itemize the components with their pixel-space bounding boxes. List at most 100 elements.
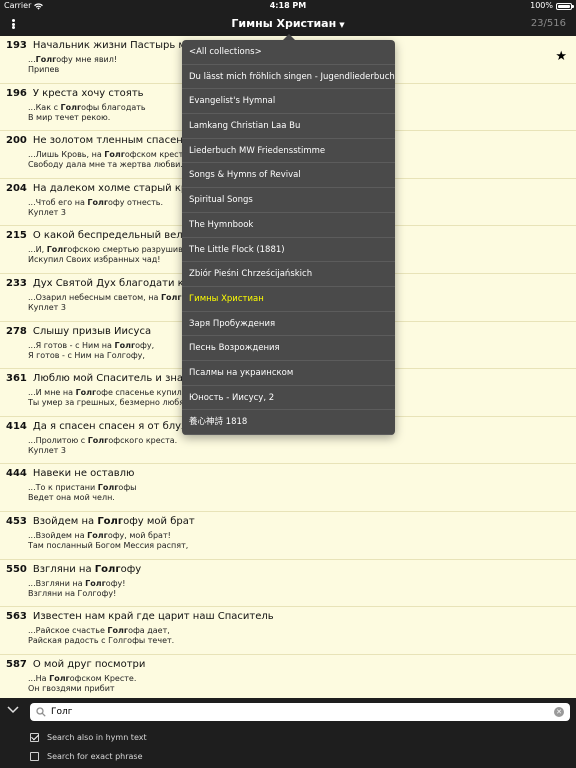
hymn-number: 233 bbox=[6, 277, 27, 289]
text-segment: ...Я готов - с Ним на bbox=[28, 340, 115, 350]
text-segment: офскою смертью разрушивш bbox=[67, 245, 191, 255]
collection-item[interactable]: Гимны Христиан bbox=[182, 287, 395, 312]
text-segment: Куплет 3 bbox=[28, 207, 66, 217]
text-segment: офу мой брат bbox=[123, 515, 195, 527]
collection-item[interactable]: Заря Пробуждения bbox=[182, 312, 395, 337]
exact-phrase-checkbox[interactable] bbox=[30, 752, 39, 761]
match-highlight: Голг bbox=[49, 673, 70, 683]
hymn-match-line: ...Взгляни на Голгофу! bbox=[28, 579, 570, 589]
hymn-title: Навеки не оставлю bbox=[33, 468, 135, 479]
text-segment: В мир течет рекою. bbox=[28, 112, 111, 122]
hymn-row[interactable]: 444 Навеки не оставлю ...То к пристани Гол… bbox=[0, 464, 576, 512]
hymn-match-line: ...Пролитою с Голгофского креста. bbox=[28, 436, 570, 446]
option-exact-phrase[interactable]: Search for exact phrase bbox=[30, 752, 143, 761]
match-highlight: Голг bbox=[87, 197, 109, 207]
text-segment: ...Райское счастье bbox=[28, 626, 108, 636]
text-segment: Навеки не оставлю bbox=[32, 468, 135, 480]
text-segment: Взгляни на Голгофу! bbox=[28, 588, 117, 598]
option-search-hymn-text[interactable]: Search also in hymn text bbox=[30, 733, 147, 742]
hymn-title: Начальник жизни Пастырь мой bbox=[33, 40, 199, 51]
text-segment: ...Взгляни на bbox=[28, 578, 86, 588]
text-segment: Слышу призыв Иисуса bbox=[32, 325, 152, 337]
hymn-number: 550 bbox=[6, 563, 27, 575]
collection-item[interactable]: The Little Flock (1881) bbox=[182, 238, 395, 263]
text-segment: ... bbox=[28, 55, 36, 64]
collection-item[interactable]: Песнь Возрождения bbox=[182, 336, 395, 361]
text-segment: ...Лишь Кровь, на bbox=[28, 150, 105, 160]
hymn-number: 196 bbox=[6, 87, 27, 99]
search-hymn-text-checkbox[interactable] bbox=[30, 733, 39, 742]
exact-phrase-label: Search for exact phrase bbox=[47, 752, 143, 761]
hymn-title: Известен нам край где царит наш Спасител… bbox=[33, 611, 274, 622]
text-segment: офском кресте bbox=[124, 150, 189, 160]
collection-item[interactable]: Lamkang Christian Laa Bu bbox=[182, 114, 395, 139]
match-highlight: Голг bbox=[46, 245, 68, 255]
text-segment: Взойдем на bbox=[32, 515, 98, 527]
match-highlight: Голг bbox=[75, 388, 97, 398]
search-panel: ✕ Search also in hymn text Search for ex… bbox=[0, 698, 576, 768]
battery-info: 100% bbox=[530, 0, 574, 12]
collection-item[interactable]: Zbiór Pieśni Chrześcijańskich bbox=[182, 262, 395, 287]
match-highlight: Голг bbox=[104, 150, 125, 160]
hymn-number: 444 bbox=[6, 468, 27, 480]
match-highlight: Голг bbox=[85, 578, 106, 588]
collection-item[interactable]: Du lässt mich fröhlich singen - Jugendli… bbox=[182, 65, 395, 90]
text-segment: Начальник жизни Пастырь мой bbox=[32, 40, 199, 51]
text-segment: Ты умер за грешных, безмерно любя. bbox=[28, 398, 187, 408]
text-segment: офу, bbox=[135, 340, 155, 350]
match-highlight: Голг bbox=[94, 563, 121, 575]
match-highlight: Голг bbox=[60, 102, 82, 112]
hymn-number: 193 bbox=[6, 40, 27, 51]
text-segment: ...Пролитою с bbox=[28, 435, 88, 445]
collection-item[interactable]: Юность - Иисусу, 2 bbox=[182, 386, 395, 411]
text-segment: ...На bbox=[28, 673, 50, 683]
text-segment: офу отнесть. bbox=[108, 197, 164, 207]
caret-down-icon: ▼ bbox=[339, 21, 345, 29]
match-highlight: Голг bbox=[87, 435, 109, 445]
text-segment: ...Взойдем на bbox=[28, 530, 88, 540]
text-segment: офы bbox=[118, 483, 137, 493]
star-icon[interactable]: ★ bbox=[555, 49, 567, 64]
collection-item[interactable]: Songs & Hymns of Revival bbox=[182, 163, 395, 189]
hymn-title: Взгляни на Голгофу bbox=[33, 564, 141, 575]
hymn-number: 414 bbox=[6, 420, 27, 432]
collection-item[interactable]: Liederbuch MW Friedensstimme bbox=[182, 139, 395, 164]
hymn-match-line: ...На Голгофском Кресте. bbox=[28, 674, 570, 684]
hymn-number: 200 bbox=[6, 135, 27, 147]
match-highlight: Голг bbox=[107, 626, 129, 636]
hymn-row[interactable]: 563 Известен нам край где царит наш Спаси… bbox=[0, 607, 576, 655]
text-segment: офы благодать bbox=[81, 102, 146, 112]
hymn-next-line: Взгляни на Голгофу! bbox=[28, 589, 570, 599]
text-segment: О мой друг посмотри bbox=[32, 658, 146, 670]
text-segment: офу! bbox=[105, 578, 126, 588]
hymn-row[interactable]: 587 О мой друг посмотри ...На Голгофском К… bbox=[0, 655, 576, 698]
text-segment: ...Чтоб его на bbox=[28, 197, 88, 207]
collection-item[interactable]: The Hymnbook bbox=[182, 213, 395, 238]
chevron-down-icon[interactable] bbox=[7, 706, 19, 714]
match-highlight: Голг bbox=[87, 530, 108, 540]
collection-item[interactable]: Spiritual Songs bbox=[182, 188, 395, 213]
hymn-match-line: ...Взойдем на Голгофу, мой брат! bbox=[28, 531, 570, 541]
hymn-number: 361 bbox=[6, 373, 27, 385]
collection-item[interactable]: Псалмы на украинском bbox=[182, 361, 395, 386]
hymn-next-line: Ведет она мой челн. bbox=[28, 493, 570, 503]
hymn-next-line: Там посланный Богом Мессия распят, bbox=[28, 541, 570, 551]
hymn-number: 563 bbox=[6, 611, 27, 623]
search-box[interactable]: ✕ bbox=[30, 703, 570, 721]
collection-item[interactable]: <All collections> bbox=[182, 40, 395, 65]
clear-search-icon[interactable]: ✕ bbox=[554, 707, 564, 717]
collection-item[interactable]: Evangelist's Hymnal bbox=[182, 89, 395, 115]
text-segment: Известен нам край где царит наш Спасител… bbox=[32, 611, 274, 623]
hymn-title: О мой друг посмотри bbox=[33, 659, 146, 670]
hymn-row[interactable]: 550 Взгляни на Голгофу ...Взгляни на Голго… bbox=[0, 560, 576, 608]
text-segment: ...И, bbox=[28, 245, 47, 255]
text-segment: офа дает, bbox=[128, 626, 170, 636]
result-count: 23/516 bbox=[530, 18, 566, 29]
text-segment: ...То к пристани bbox=[28, 483, 98, 493]
search-input[interactable] bbox=[51, 707, 554, 717]
collection-item[interactable]: 養心神詩 1818 bbox=[182, 410, 395, 435]
text-segment: Райская радость с Голгофы течет. bbox=[28, 636, 175, 646]
text-segment: офе спасенье купил. bbox=[96, 388, 185, 398]
battery-percent: 100% bbox=[530, 1, 553, 10]
hymn-row[interactable]: 453 Взойдем на Голгофу мой брат ...Взойдем… bbox=[0, 512, 576, 560]
